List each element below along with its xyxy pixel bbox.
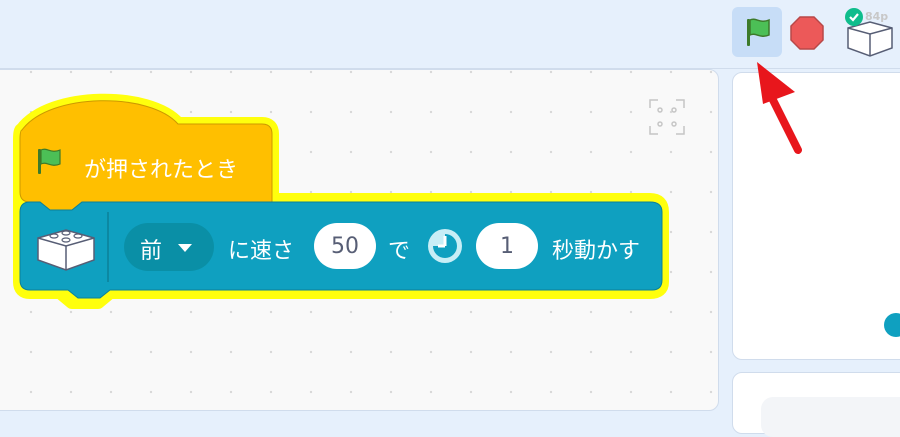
clock-icon bbox=[428, 229, 462, 263]
blocks-layer bbox=[13, 62, 802, 309]
duration-input[interactable]: 1 bbox=[476, 223, 538, 269]
for-label: で bbox=[388, 239, 411, 264]
when-flag-clicked-label: が押されたとき bbox=[84, 158, 239, 183]
red-arrow-annotation bbox=[757, 62, 802, 154]
speed-input[interactable]: 50 bbox=[314, 223, 376, 269]
direction-dropdown[interactable]: 前 bbox=[124, 223, 214, 271]
sprite-panel-inner bbox=[761, 397, 900, 437]
move-seconds-label: 秒動かす bbox=[552, 239, 641, 264]
direction-value: 前 bbox=[140, 239, 163, 264]
speed-label: に速さ bbox=[228, 239, 295, 264]
workspace-target-icon bbox=[649, 99, 685, 135]
chevron-down-icon bbox=[178, 244, 192, 252]
